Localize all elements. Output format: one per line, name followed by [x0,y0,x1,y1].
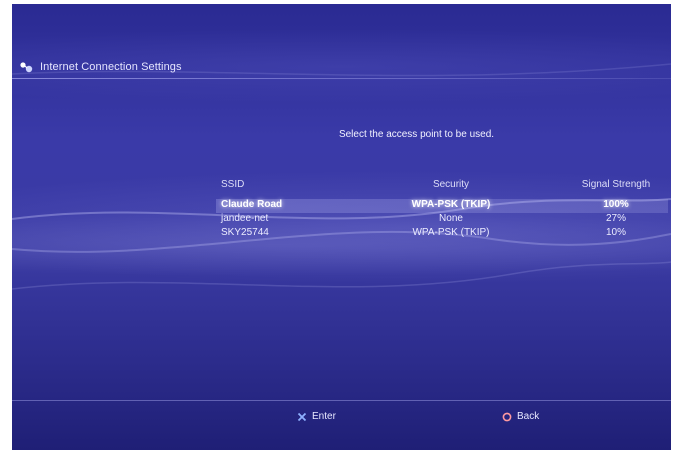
ssid-cell: SKY25744 [221,227,269,238]
footer-divider [12,400,671,401]
enter-label: Enter [312,411,336,422]
column-header-ssid: SSID [221,179,245,190]
access-point-table: SSID Security Signal Strength Claude Roa… [216,179,668,241]
back-label: Back [517,411,540,422]
ssid-cell: jandee-net [221,213,269,224]
table-header: SSID Security Signal Strength [216,179,668,193]
header-divider [12,78,671,79]
enter-button[interactable]: Enter [297,411,336,422]
instruction-text: Select the access point to be used. [338,129,495,140]
signal-cell: 10% [605,227,626,238]
security-cell: None [439,213,463,224]
signal-cell: 27% [605,213,626,224]
access-point-row-sky25744[interactable]: SKY25744 WPA-PSK (TKIP) 10% [216,227,668,241]
column-header-security: Security [432,179,470,190]
signal-cell: 100% [603,199,629,210]
access-point-row-claude-road[interactable]: Claude Road WPA-PSK (TKIP) 100% [216,199,668,213]
ps3-screen: Internet Connection Settings Select the … [12,4,671,450]
ssid-cell: Claude Road [221,199,283,210]
access-point-row-jandee-net[interactable]: jandee-net None 27% [216,213,668,227]
header: Internet Connection Settings [18,59,182,75]
security-cell: WPA-PSK (TKIP) [412,227,490,238]
column-header-signal: Signal Strength [581,179,651,190]
circle-button-icon [502,412,512,421]
cross-button-icon [297,412,307,421]
page-title: Internet Connection Settings [40,61,182,73]
security-cell: WPA-PSK (TKIP) [411,199,491,210]
network-settings-icon [20,62,33,73]
back-button[interactable]: Back [502,411,539,422]
